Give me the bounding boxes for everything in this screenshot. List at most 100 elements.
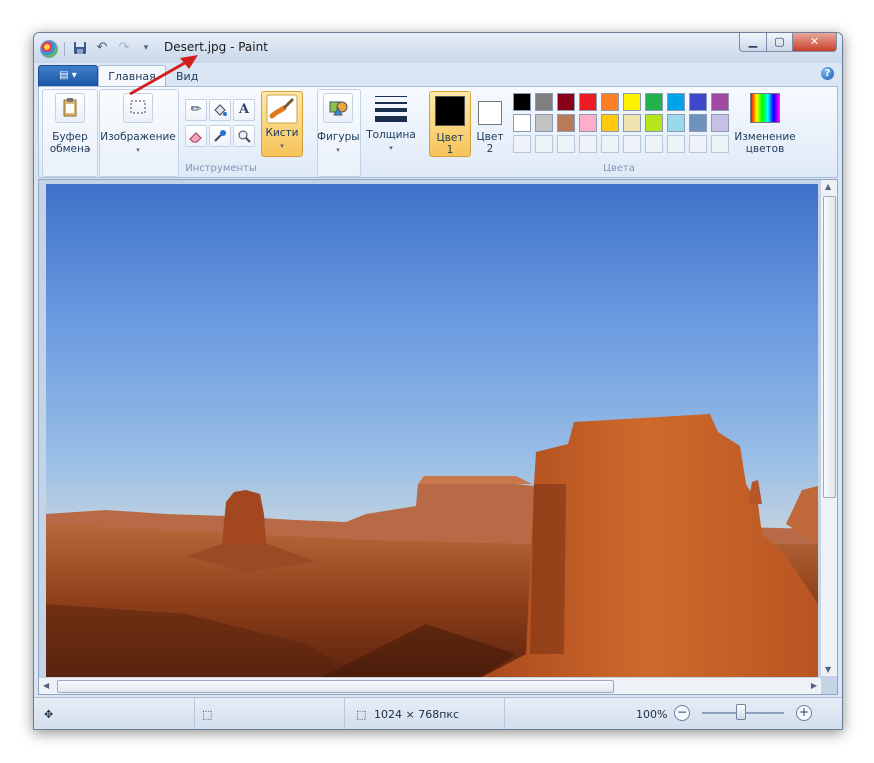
- status-selection-cell: ⬚: [194, 698, 345, 729]
- paint-window: ↶ ↷ ▾ Desert.jpg - Paint ▁ ▢ ✕ ▤ ▾ Главн…: [33, 32, 843, 730]
- image-chevron-down-icon: ▾: [136, 146, 140, 154]
- color1-swatch: [435, 96, 465, 126]
- horizontal-scroll-thumb[interactable]: [57, 680, 614, 693]
- redo-icon[interactable]: ↷: [116, 41, 132, 55]
- color2-label-2: 2: [486, 143, 494, 155]
- palette-swatch[interactable]: [667, 114, 685, 132]
- status-image-size-cell: ⬚ 1024 × 768пкс: [344, 698, 505, 729]
- ribbon-tab-row: ▤ ▾ Главная Вид ?: [34, 63, 842, 88]
- shapes-label: Фигуры: [317, 131, 360, 143]
- palette-swatch[interactable]: [711, 93, 729, 111]
- image-size-icon: ⬚: [356, 708, 367, 721]
- palette-swatch[interactable]: [535, 93, 553, 111]
- shapes-chevron-down-icon: ▾: [336, 146, 340, 154]
- horizontal-scrollbar[interactable]: ◀ ▶: [39, 677, 821, 694]
- palette-custom-slot[interactable]: [535, 135, 553, 153]
- paint-app-icon[interactable]: [40, 40, 58, 58]
- palette-swatch[interactable]: [645, 93, 663, 111]
- palette-swatch[interactable]: [689, 114, 707, 132]
- brushes-label: Кисти: [265, 127, 299, 139]
- undo-icon[interactable]: ↶: [94, 41, 110, 55]
- eraser-icon[interactable]: [185, 125, 207, 147]
- window-controls: ▁ ▢ ✕: [739, 33, 837, 52]
- palette-swatch[interactable]: [579, 93, 597, 111]
- window-title: Desert.jpg - Paint: [164, 40, 268, 54]
- status-cursor-cell: ✥: [34, 698, 195, 729]
- save-icon[interactable]: [72, 41, 88, 55]
- minimize-button[interactable]: ▁: [739, 33, 767, 52]
- fill-bucket-icon[interactable]: [209, 99, 231, 121]
- palette-custom-slot[interactable]: [623, 135, 641, 153]
- text-tool-icon[interactable]: A: [233, 99, 255, 121]
- edit-colors-label-2: цветов: [745, 143, 785, 155]
- palette-custom-slot[interactable]: [513, 135, 531, 153]
- palette-swatch[interactable]: [623, 114, 641, 132]
- shapes-button[interactable]: Фигуры ▾: [317, 93, 360, 156]
- scroll-up-icon[interactable]: ▲: [825, 182, 831, 191]
- color-picker-icon[interactable]: [209, 125, 231, 147]
- help-icon[interactable]: ?: [821, 67, 834, 80]
- palette-swatch[interactable]: [535, 114, 553, 132]
- color2-label-1: Цвет: [476, 131, 504, 143]
- palette-swatch[interactable]: [689, 93, 707, 111]
- palette-custom-slot[interactable]: [667, 135, 685, 153]
- ribbon-home: Буфер обмена ▾ Изображение ▾ ✏ A Инструм…: [38, 86, 838, 178]
- canvas-area: ▲ ▼ ◀ ▶: [38, 179, 838, 695]
- size-label: Толщина: [366, 129, 416, 141]
- shapes-icon: [323, 93, 353, 123]
- color-spectrum-icon: [750, 93, 780, 123]
- palette-swatch[interactable]: [645, 114, 663, 132]
- zoom-out-icon[interactable]: −: [674, 705, 690, 721]
- zoom-level: 100%: [636, 708, 668, 721]
- palette-swatch[interactable]: [601, 93, 619, 111]
- palette-swatch[interactable]: [513, 93, 531, 111]
- selection-size-icon: ⬚: [202, 708, 213, 721]
- palette-swatch[interactable]: [513, 114, 531, 132]
- tab-view[interactable]: Вид: [176, 67, 198, 87]
- magnifier-icon[interactable]: [233, 125, 255, 147]
- size-button[interactable]: Толщина ▾: [364, 93, 418, 154]
- scroll-down-icon[interactable]: ▼: [825, 665, 831, 674]
- status-bar: ✥ ⬚ ⬚ 1024 × 768пкс 100% − +: [34, 697, 842, 729]
- image-label: Изображение: [100, 131, 176, 143]
- palette-custom-slot[interactable]: [579, 135, 597, 153]
- cursor-position-icon: ✥: [44, 708, 54, 721]
- clipboard-icon: [55, 93, 85, 123]
- color1-button[interactable]: Цвет 1: [429, 91, 471, 157]
- title-bar: ↶ ↷ ▾ Desert.jpg - Paint ▁ ▢ ✕: [34, 33, 842, 63]
- palette-custom-slot[interactable]: [557, 135, 575, 153]
- image-button[interactable]: Изображение ▾: [99, 93, 177, 156]
- close-button[interactable]: ✕: [793, 33, 837, 52]
- palette-swatch[interactable]: [557, 93, 575, 111]
- brushes-button[interactable]: Кисти ▾: [261, 91, 303, 157]
- zoom-slider-thumb[interactable]: [736, 704, 746, 720]
- palette-custom-slot[interactable]: [689, 135, 707, 153]
- scroll-right-icon[interactable]: ▶: [811, 681, 817, 690]
- palette-swatch[interactable]: [601, 114, 619, 132]
- palette-swatch[interactable]: [623, 93, 641, 111]
- palette-swatch[interactable]: [711, 114, 729, 132]
- paint-menu-button[interactable]: ▤ ▾: [38, 65, 98, 87]
- customize-quick-access-icon[interactable]: ▾: [138, 41, 154, 55]
- size-chevron-down-icon: ▾: [389, 144, 393, 152]
- clipboard-label-1: Буфер: [52, 131, 88, 143]
- palette-custom-slot[interactable]: [711, 135, 729, 153]
- edit-colors-button[interactable]: Изменение цветов: [729, 93, 801, 155]
- palette-swatch[interactable]: [667, 93, 685, 111]
- vertical-scrollbar[interactable]: ▲ ▼: [820, 180, 837, 676]
- color1-label-2: 1: [446, 144, 454, 156]
- palette-custom-slot[interactable]: [645, 135, 663, 153]
- palette-swatch[interactable]: [557, 114, 575, 132]
- zoom-in-icon[interactable]: +: [796, 705, 812, 721]
- tab-home[interactable]: Главная: [98, 65, 166, 88]
- maximize-button[interactable]: ▢: [767, 33, 793, 52]
- palette-swatch[interactable]: [579, 114, 597, 132]
- pencil-icon[interactable]: ✏: [185, 99, 207, 121]
- desert-image[interactable]: [46, 184, 818, 680]
- brush-icon: [266, 94, 298, 124]
- scroll-left-icon[interactable]: ◀: [43, 681, 49, 690]
- vertical-scroll-thumb[interactable]: [823, 196, 836, 498]
- brushes-chevron-down-icon: ▾: [280, 142, 284, 150]
- color2-button[interactable]: Цвет 2: [471, 91, 509, 155]
- palette-custom-slot[interactable]: [601, 135, 619, 153]
